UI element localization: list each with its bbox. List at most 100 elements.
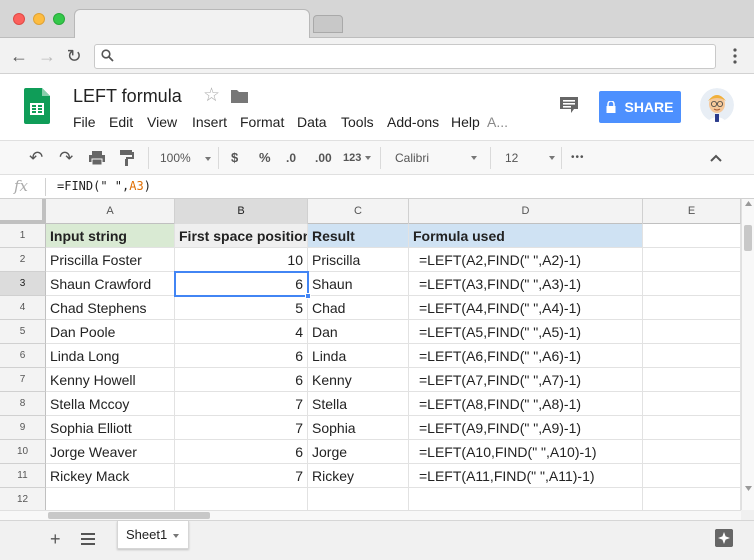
column-header-a[interactable]: A (46, 199, 175, 224)
menu-data[interactable]: Data (297, 114, 341, 130)
cell-c[interactable]: Jorge (308, 440, 409, 464)
redo-icon[interactable]: ↷ (59, 149, 73, 167)
reload-icon[interactable]: ↻ (64, 46, 84, 66)
percent-format-button[interactable]: % (259, 149, 271, 167)
cell-e[interactable] (643, 320, 741, 344)
more-formats-button[interactable]: 123 (343, 149, 372, 167)
cell-b[interactable]: 7 (175, 416, 308, 440)
formula-input[interactable]: =FIND(" ",A3) (57, 179, 151, 193)
comments-icon[interactable] (559, 96, 579, 114)
cell-d[interactable]: =LEFT(A6,FIND(" ",A6)-1) (409, 344, 643, 368)
row-header[interactable]: 3 (0, 272, 46, 296)
font-size-select[interactable]: 12 (505, 149, 555, 167)
cell-c[interactable]: Rickey (308, 464, 409, 488)
cell-e[interactable] (643, 488, 741, 510)
cell-b[interactable]: 6 (175, 368, 308, 392)
cell-c[interactable]: Chad (308, 296, 409, 320)
cell-a1[interactable]: Input string (46, 224, 175, 248)
folder-icon[interactable] (231, 89, 248, 103)
vertical-scroll-thumb[interactable] (744, 225, 752, 251)
minimize-window-button[interactable] (33, 13, 45, 25)
paint-format-icon[interactable] (120, 150, 134, 166)
column-header-d[interactable]: D (409, 199, 643, 224)
cell-c[interactable]: Shaun (308, 272, 409, 296)
cell-b[interactable]: 6 (175, 344, 308, 368)
forward-arrow-icon[interactable]: → (37, 46, 57, 66)
chevron-down-icon[interactable] (173, 533, 180, 538)
cell-e[interactable] (643, 392, 741, 416)
row-header[interactable]: 12 (0, 488, 46, 510)
increase-decimal-button[interactable]: .00 (315, 149, 332, 167)
scroll-up-icon[interactable] (745, 201, 752, 206)
cell-a[interactable]: Sophia Elliott (46, 416, 175, 440)
avatar[interactable] (700, 88, 734, 122)
column-header-b[interactable]: B (175, 199, 308, 224)
cell-b[interactable]: 7 (175, 464, 308, 488)
add-sheet-icon[interactable]: + (50, 529, 61, 550)
cell-a[interactable]: Dan Poole (46, 320, 175, 344)
cell-d[interactable]: =LEFT(A9,FIND(" ",A9)-1) (409, 416, 643, 440)
cell-c[interactable]: Kenny (308, 368, 409, 392)
browser-menu-icon[interactable] (732, 48, 738, 64)
cell-e[interactable] (643, 272, 741, 296)
cell-a[interactable]: Jorge Weaver (46, 440, 175, 464)
cell-d[interactable]: =LEFT(A4,FIND(" ",A4)-1) (409, 296, 643, 320)
cell-c[interactable]: Priscilla (308, 248, 409, 272)
print-icon[interactable] (89, 151, 105, 165)
cell-e[interactable] (643, 344, 741, 368)
star-icon[interactable]: ☆ (203, 86, 220, 106)
cell-d[interactable]: =LEFT(A8,FIND(" ",A8)-1) (409, 392, 643, 416)
row-header[interactable]: 5 (0, 320, 46, 344)
all-sheets-icon[interactable] (81, 533, 95, 545)
document-title[interactable]: LEFT formula (73, 86, 182, 107)
cell-d[interactable]: =LEFT(A2,FIND(" ",A2)-1) (409, 248, 643, 272)
cell-e[interactable] (643, 368, 741, 392)
share-button[interactable]: SHARE (599, 91, 681, 123)
cell-b[interactable]: 7 (175, 392, 308, 416)
browser-tab-active[interactable] (74, 9, 310, 39)
row-header[interactable]: 10 (0, 440, 46, 464)
cell-e[interactable] (643, 464, 741, 488)
menu-file[interactable]: File (73, 114, 109, 130)
cell-d[interactable] (409, 488, 643, 510)
cell-e[interactable] (643, 296, 741, 320)
horizontal-scroll-thumb[interactable] (48, 512, 210, 519)
menu-help[interactable]: Help (451, 114, 487, 130)
cell-d[interactable]: =LEFT(A10,FIND(" ",A10)-1) (409, 440, 643, 464)
cell-a[interactable]: Stella Mccoy (46, 392, 175, 416)
cell-b[interactable]: 6 (175, 440, 308, 464)
more-toolbar-icon[interactable]: ••• (571, 149, 585, 167)
address-bar[interactable] (94, 44, 716, 69)
cell-a[interactable]: Kenny Howell (46, 368, 175, 392)
maximize-window-button[interactable] (53, 13, 65, 25)
new-tab-button[interactable] (313, 15, 343, 33)
cell-b-selected[interactable]: 6 (175, 272, 308, 296)
cell-b1[interactable]: First space position (175, 224, 308, 248)
cell-a[interactable] (46, 488, 175, 510)
cell-b[interactable]: 5 (175, 296, 308, 320)
cell-b[interactable] (175, 488, 308, 510)
sheet-tab-sheet1[interactable]: Sheet1 (117, 521, 189, 549)
column-header-e[interactable]: E (643, 199, 741, 224)
menu-accessibility[interactable]: A... (487, 114, 517, 130)
cell-a[interactable]: Shaun Crawford (46, 272, 175, 296)
cell-c[interactable]: Stella (308, 392, 409, 416)
menu-view[interactable]: View (147, 114, 192, 130)
cell-c[interactable]: Linda (308, 344, 409, 368)
currency-format-button[interactable]: $ (231, 149, 238, 167)
cell-a[interactable]: Linda Long (46, 344, 175, 368)
select-all-corner[interactable] (0, 199, 46, 224)
sheets-logo-icon[interactable] (24, 88, 50, 124)
cell-d1[interactable]: Formula used (409, 224, 643, 248)
cell-d[interactable]: =LEFT(A5,FIND(" ",A5)-1) (409, 320, 643, 344)
scroll-down-icon[interactable] (745, 486, 752, 491)
close-window-button[interactable] (13, 13, 25, 25)
row-header[interactable]: 7 (0, 368, 46, 392)
menu-edit[interactable]: Edit (109, 114, 147, 130)
row-header[interactable]: 8 (0, 392, 46, 416)
row-header[interactable]: 1 (0, 224, 46, 248)
cell-b[interactable]: 4 (175, 320, 308, 344)
cell-c[interactable]: Sophia (308, 416, 409, 440)
menu-insert[interactable]: Insert (192, 114, 240, 130)
menu-format[interactable]: Format (240, 114, 297, 130)
